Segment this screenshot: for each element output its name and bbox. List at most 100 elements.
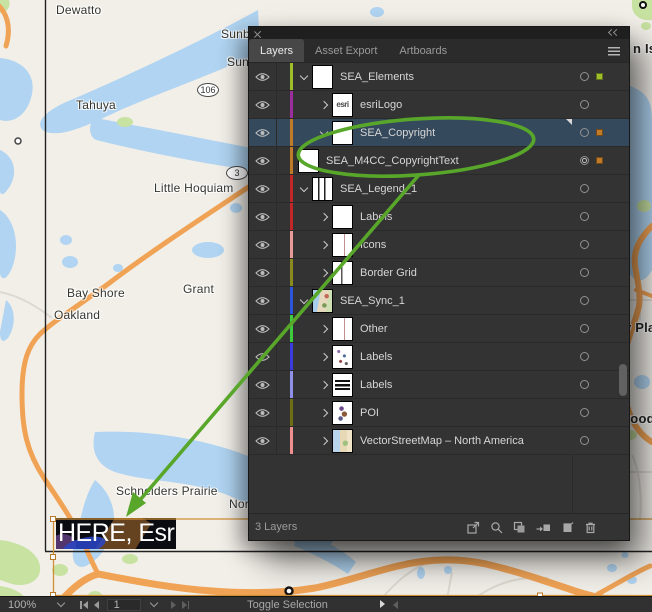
visibility-toggle[interactable] xyxy=(249,259,277,286)
layer-name[interactable]: Labels xyxy=(360,379,392,391)
layer-name[interactable]: POI xyxy=(360,407,379,419)
new-sublayer-icon[interactable] xyxy=(536,521,551,534)
layer-thumbnail[interactable] xyxy=(332,317,353,341)
visibility-toggle[interactable] xyxy=(249,175,277,202)
artboard-number-field[interactable]: 1 xyxy=(107,599,141,611)
layer-thumbnail[interactable] xyxy=(332,345,353,369)
tab-asset-export[interactable]: Asset Export xyxy=(304,39,388,62)
copyright-text-object[interactable]: HERE, Esri xyxy=(56,518,176,549)
panel-header[interactable] xyxy=(249,27,629,39)
tab-artboards[interactable]: Artboards xyxy=(388,39,458,62)
layer-row-sea-m4cc-copyrighttext[interactable]: SEA_M4CC_CopyrightText xyxy=(249,147,629,175)
layer-name[interactable]: VectorStreetMap – North America xyxy=(360,435,524,447)
layer-row-sea-sync[interactable]: SEA_Sync_1 xyxy=(249,287,629,315)
locate-object-icon[interactable] xyxy=(490,521,503,534)
layer-row-esrilogo[interactable]: esri esriLogo xyxy=(249,91,629,119)
chevron-right-icon[interactable] xyxy=(320,408,328,416)
visibility-toggle[interactable] xyxy=(249,231,277,258)
chevron-right-icon[interactable] xyxy=(320,240,328,248)
layer-thumbnail[interactable] xyxy=(332,429,353,453)
chevron-right-icon[interactable] xyxy=(320,212,328,220)
visibility-toggle[interactable] xyxy=(249,91,277,118)
chevron-right-icon[interactable] xyxy=(320,100,328,108)
target-circle-icon[interactable] xyxy=(580,352,589,361)
layer-row-labels-3[interactable]: Labels xyxy=(249,371,629,399)
play-button[interactable] xyxy=(380,599,385,611)
target-circle-icon[interactable] xyxy=(580,72,589,81)
close-icon[interactable] xyxy=(254,30,261,37)
chevron-right-icon[interactable] xyxy=(320,436,328,444)
layer-row-border-grid[interactable]: Border Grid xyxy=(249,259,629,287)
layer-name[interactable]: SEA_Copyright xyxy=(360,127,435,139)
visibility-toggle[interactable] xyxy=(249,63,277,90)
layer-thumbnail[interactable] xyxy=(298,149,319,173)
layer-thumbnail[interactable]: esri xyxy=(332,93,353,117)
layer-row-labels-2[interactable]: Labels xyxy=(249,343,629,371)
visibility-toggle[interactable] xyxy=(249,371,277,398)
target-circle-icon[interactable] xyxy=(580,296,589,305)
layer-thumbnail[interactable] xyxy=(312,65,333,89)
panel-menu-icon[interactable] xyxy=(608,47,620,56)
layer-row-vectorstreetmap[interactable]: VectorStreetMap – North America xyxy=(249,427,629,455)
panel-scrollbar-thumb[interactable] xyxy=(619,364,627,396)
layer-row-sea-elements[interactable]: SEA_Elements xyxy=(249,63,629,91)
status-bar-mode-label[interactable]: Toggle Selection xyxy=(247,599,328,611)
chevron-down-icon[interactable] xyxy=(320,127,328,135)
layer-name[interactable]: SEA_Elements xyxy=(340,71,414,83)
layer-thumbnail[interactable] xyxy=(332,205,353,229)
artboard-dropdown-chevron-icon[interactable] xyxy=(149,599,157,607)
first-artboard-button[interactable] xyxy=(80,601,88,609)
target-circle-icon[interactable] xyxy=(580,408,589,417)
layer-row-poi[interactable]: POI xyxy=(249,399,629,427)
layer-name[interactable]: esriLogo xyxy=(360,99,402,111)
target-circle-icon[interactable] xyxy=(580,240,589,249)
layer-thumbnail[interactable] xyxy=(312,289,333,313)
layer-name[interactable]: SEA_Sync_1 xyxy=(340,295,405,307)
visibility-toggle[interactable] xyxy=(249,427,277,454)
target-circle-icon[interactable] xyxy=(580,184,589,193)
layer-thumbnail[interactable] xyxy=(332,233,353,257)
chevron-right-icon[interactable] xyxy=(320,268,328,276)
target-circle-icon[interactable] xyxy=(580,380,589,389)
collapse-panel-icon[interactable] xyxy=(609,30,621,37)
layer-thumbnail[interactable] xyxy=(312,177,333,201)
chevron-right-icon[interactable] xyxy=(320,380,328,388)
layer-row-sea-copyright[interactable]: SEA_Copyright xyxy=(249,119,629,147)
chevron-right-icon[interactable] xyxy=(320,352,328,360)
previous-artboard-button[interactable] xyxy=(94,601,99,609)
visibility-toggle[interactable] xyxy=(249,343,277,370)
delete-selection-icon[interactable] xyxy=(584,521,597,534)
target-circle-icon[interactable] xyxy=(580,156,589,165)
target-circle-icon[interactable] xyxy=(580,100,589,109)
target-circle-icon[interactable] xyxy=(580,128,589,137)
layer-row-sea-legend[interactable]: SEA_Legend_1 xyxy=(249,175,629,203)
visibility-toggle[interactable] xyxy=(249,147,277,174)
last-artboard-button[interactable] xyxy=(182,601,190,609)
zoom-dropdown-chevron-icon[interactable] xyxy=(57,599,65,607)
chevron-down-icon[interactable] xyxy=(300,183,308,191)
collect-for-export-icon[interactable] xyxy=(467,521,480,534)
visibility-toggle[interactable] xyxy=(249,315,277,342)
chevron-right-icon[interactable] xyxy=(320,324,328,332)
layer-name[interactable]: Other xyxy=(360,323,388,335)
layer-name[interactable]: Labels xyxy=(360,211,392,223)
back-arrow-button[interactable] xyxy=(393,601,398,609)
chevron-down-icon[interactable] xyxy=(300,295,308,303)
zoom-level[interactable]: 100% xyxy=(8,599,36,611)
new-layer-icon[interactable] xyxy=(561,521,574,534)
layer-thumbnail[interactable] xyxy=(332,261,353,285)
layer-thumbnail[interactable] xyxy=(332,121,353,145)
layer-row-icons[interactable]: Icons xyxy=(249,231,629,259)
visibility-toggle[interactable] xyxy=(249,399,277,426)
layer-name[interactable]: SEA_M4CC_CopyrightText xyxy=(326,155,459,167)
layer-name[interactable]: Border Grid xyxy=(360,267,417,279)
layer-name[interactable]: Icons xyxy=(360,239,386,251)
tab-layers[interactable]: Layers xyxy=(249,39,304,62)
layer-thumbnail[interactable] xyxy=(332,401,353,425)
layer-row-other[interactable]: Other xyxy=(249,315,629,343)
target-circle-icon[interactable] xyxy=(580,268,589,277)
visibility-toggle[interactable] xyxy=(249,287,277,314)
target-circle-icon[interactable] xyxy=(580,212,589,221)
visibility-toggle[interactable] xyxy=(249,203,277,230)
chevron-down-icon[interactable] xyxy=(300,71,308,79)
